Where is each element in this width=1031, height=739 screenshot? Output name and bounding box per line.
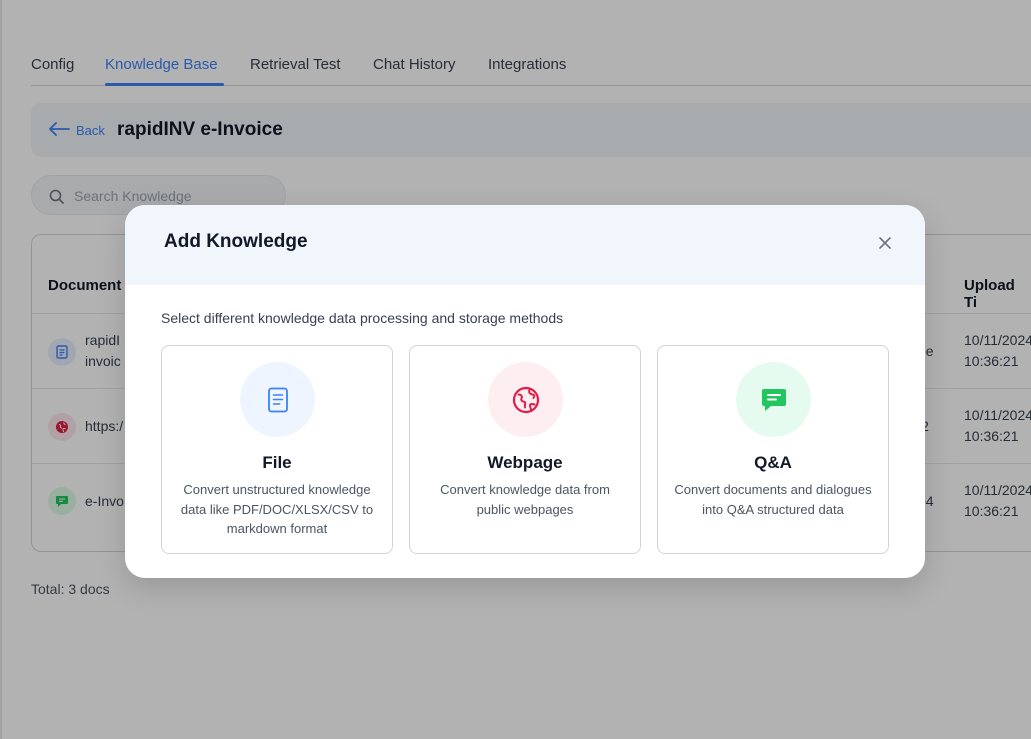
add-knowledge-dialog: Add Knowledge Select different knowledge… [125, 205, 925, 578]
option-card-file[interactable]: File Convert unstructured knowledge data… [161, 345, 393, 554]
option-description: Convert documents and dialogues into Q&A… [674, 482, 872, 517]
option-description: Convert unstructured knowledge data like… [180, 482, 374, 536]
option-description: Convert knowledge data from public webpa… [440, 482, 610, 517]
document-icon [240, 362, 315, 437]
option-card-webpage[interactable]: Webpage Convert knowledge data from publ… [409, 345, 641, 554]
close-icon [879, 236, 891, 254]
globe-icon [488, 362, 563, 437]
dialog-subtitle: Select different knowledge data processi… [161, 310, 564, 326]
option-title: Webpage [487, 453, 563, 472]
option-card-qa[interactable]: Q&A Convert documents and dialogues into… [657, 345, 889, 554]
dialog-title: Add Knowledge [164, 231, 308, 252]
option-title: Q&A [754, 453, 792, 472]
close-button[interactable] [875, 235, 895, 255]
chat-icon [736, 362, 811, 437]
option-title: File [262, 453, 292, 472]
